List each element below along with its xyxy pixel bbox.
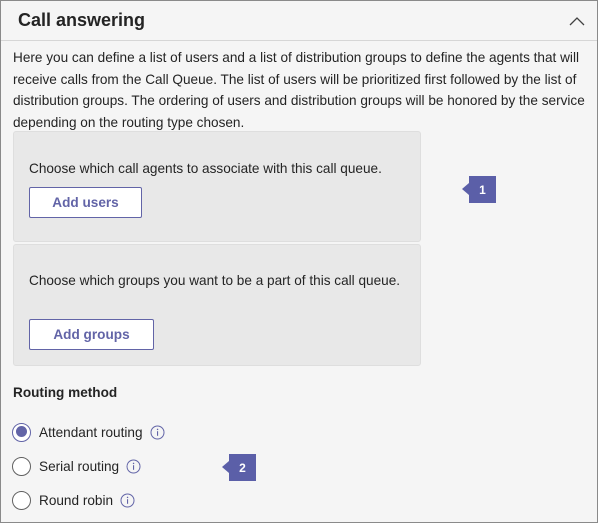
radio-button-checked[interactable] — [12, 422, 31, 442]
groups-card: Choose which groups you want to be a par… — [13, 244, 421, 366]
users-card: Choose which call agents to associate wi… — [13, 131, 421, 242]
intro-text: Here you can define a list of users and … — [13, 50, 585, 130]
call-answering-panel: Call answering Here you can define a lis… — [0, 0, 598, 523]
groups-card-text: Choose which groups you want to be a par… — [29, 273, 401, 288]
radio-button[interactable] — [12, 490, 31, 510]
add-users-button[interactable]: Add users — [29, 187, 142, 218]
routing-option-label: Attendant routing — [39, 424, 143, 440]
radio-button[interactable] — [12, 456, 31, 476]
chevron-up-icon — [569, 17, 585, 26]
routing-option-round-robin[interactable]: Round robin — [12, 490, 135, 510]
collapse-button[interactable] — [565, 9, 589, 33]
routing-option-attendant[interactable]: Attendant routing — [12, 422, 165, 442]
routing-option-label: Round robin — [39, 492, 114, 508]
callout-badge-1: 1 — [462, 176, 496, 203]
callout-badge-2: 2 — [222, 454, 256, 481]
add-groups-button[interactable]: Add groups — [29, 319, 154, 350]
info-icon[interactable] — [150, 425, 165, 440]
info-icon[interactable] — [120, 493, 135, 508]
routing-option-label: Serial routing — [39, 458, 120, 474]
panel-header: Call answering — [1, 1, 597, 41]
info-icon[interactable] — [126, 459, 141, 474]
panel-title: Call answering — [18, 10, 146, 30]
users-card-text: Choose which call agents to associate wi… — [29, 161, 382, 176]
routing-option-serial[interactable]: Serial routing — [12, 456, 141, 476]
routing-method-label: Routing method — [13, 385, 118, 400]
